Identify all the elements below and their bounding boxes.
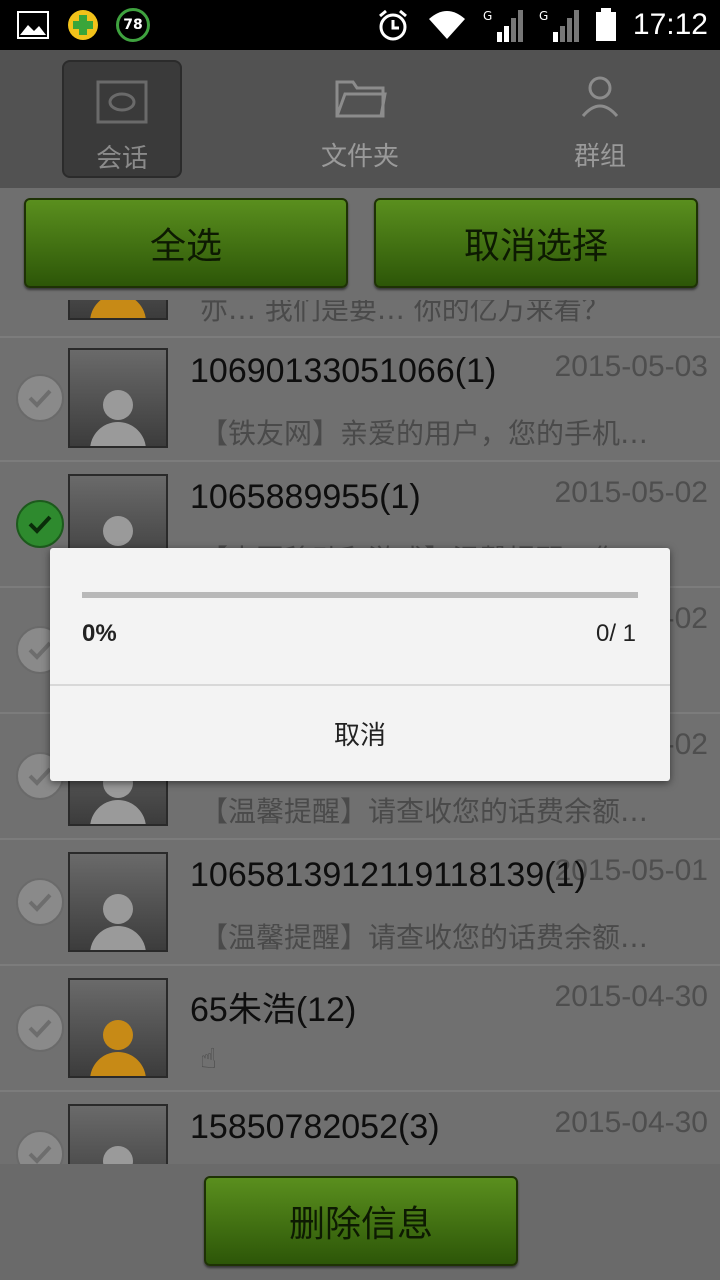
- checkbox[interactable]: [16, 1004, 64, 1052]
- avatar: [68, 978, 168, 1078]
- svg-text:G: G: [483, 9, 492, 23]
- check-icon: [28, 893, 52, 912]
- contact-name: 15850782052(3): [190, 1108, 440, 1146]
- tab-bar: 会话 文件夹 群组: [0, 50, 720, 188]
- person-icon: [581, 76, 619, 118]
- alarm-icon: [378, 9, 407, 41]
- cancel-button[interactable]: 取消: [50, 686, 670, 781]
- avatar: [68, 852, 168, 952]
- list-item[interactable]: 15850782052(3) 2015-04-30: [0, 1090, 720, 1164]
- security-app-icon: [66, 8, 100, 42]
- tab-conversations[interactable]: 会话: [62, 60, 182, 178]
- tab-folders[interactable]: 文件夹: [302, 60, 418, 174]
- list-item[interactable]: 65朱浩(12) 2015-04-30 ☝: [0, 964, 720, 1092]
- message-date: 2015-05-03: [554, 350, 708, 383]
- battery-badge-icon: 78: [116, 8, 150, 42]
- progress-count: 0/ 1: [595, 620, 636, 647]
- selection-toolbar: 全选 取消选择: [0, 188, 720, 300]
- list-item[interactable]: 亦… 我们是要… 你的亿万来看？: [0, 300, 720, 338]
- checkbox[interactable]: [16, 374, 64, 422]
- wifi-icon: [428, 11, 465, 39]
- list-item[interactable]: 2015-05-01 1065813912119118139(1) 【温馨提醒】…: [0, 838, 720, 966]
- select-all-button[interactable]: 全选: [24, 198, 348, 288]
- avatar: [68, 300, 168, 320]
- message-date: 2015-04-30: [554, 980, 708, 1013]
- contact-name: 1065889955(1): [190, 478, 421, 516]
- contact-name: 1065813912119118139(1): [190, 856, 586, 894]
- check-icon: [28, 389, 52, 408]
- avatar: [68, 1104, 168, 1164]
- svg-text:G: G: [539, 9, 548, 23]
- signal-icon: G: [539, 9, 579, 42]
- progress-dialog: 0% 0/ 1 取消: [50, 548, 670, 781]
- avatar: [68, 348, 168, 448]
- delete-messages-button[interactable]: 删除信息: [204, 1176, 518, 1266]
- check-icon: [28, 1145, 52, 1164]
- progress-percent: 0%: [82, 620, 117, 647]
- message-date: 2015-04-30: [554, 1106, 708, 1139]
- checkbox[interactable]: [16, 1130, 64, 1164]
- checkbox[interactable]: [16, 500, 64, 548]
- message-preview: 【温馨提醒】请查收您的话费余额…: [200, 795, 649, 828]
- gallery-icon: [16, 8, 50, 42]
- check-icon: [28, 515, 52, 534]
- progress-bar: [82, 592, 638, 598]
- signal-icon: G: [483, 9, 523, 42]
- folder-icon: [335, 80, 387, 118]
- check-icon: [28, 1019, 52, 1038]
- clock: 17:12: [632, 8, 708, 41]
- tab-groups[interactable]: 群组: [542, 60, 658, 174]
- message-preview: 【铁友网】亲爱的用户，您的手机…: [200, 417, 649, 450]
- deselect-button[interactable]: 取消选择: [374, 198, 698, 288]
- checkbox[interactable]: [16, 878, 64, 926]
- message-preview: ☝: [200, 1042, 218, 1075]
- battery-icon: [595, 8, 616, 41]
- bottom-bar: 删除信息: [0, 1164, 720, 1280]
- contact-name: 10690133051066(1): [190, 352, 497, 390]
- status-bar: 78 G G 17:12: [0, 0, 720, 50]
- list-item[interactable]: 10690133051066(1) 2015-05-03 【铁友网】亲爱的用户，…: [0, 334, 720, 462]
- message-preview: 【温馨提醒】请查收您的话费余额…: [200, 921, 649, 954]
- chat-icon: [96, 80, 148, 124]
- contact-name: 65朱浩(12): [190, 991, 357, 1029]
- message-date: 2015-05-02: [554, 476, 708, 509]
